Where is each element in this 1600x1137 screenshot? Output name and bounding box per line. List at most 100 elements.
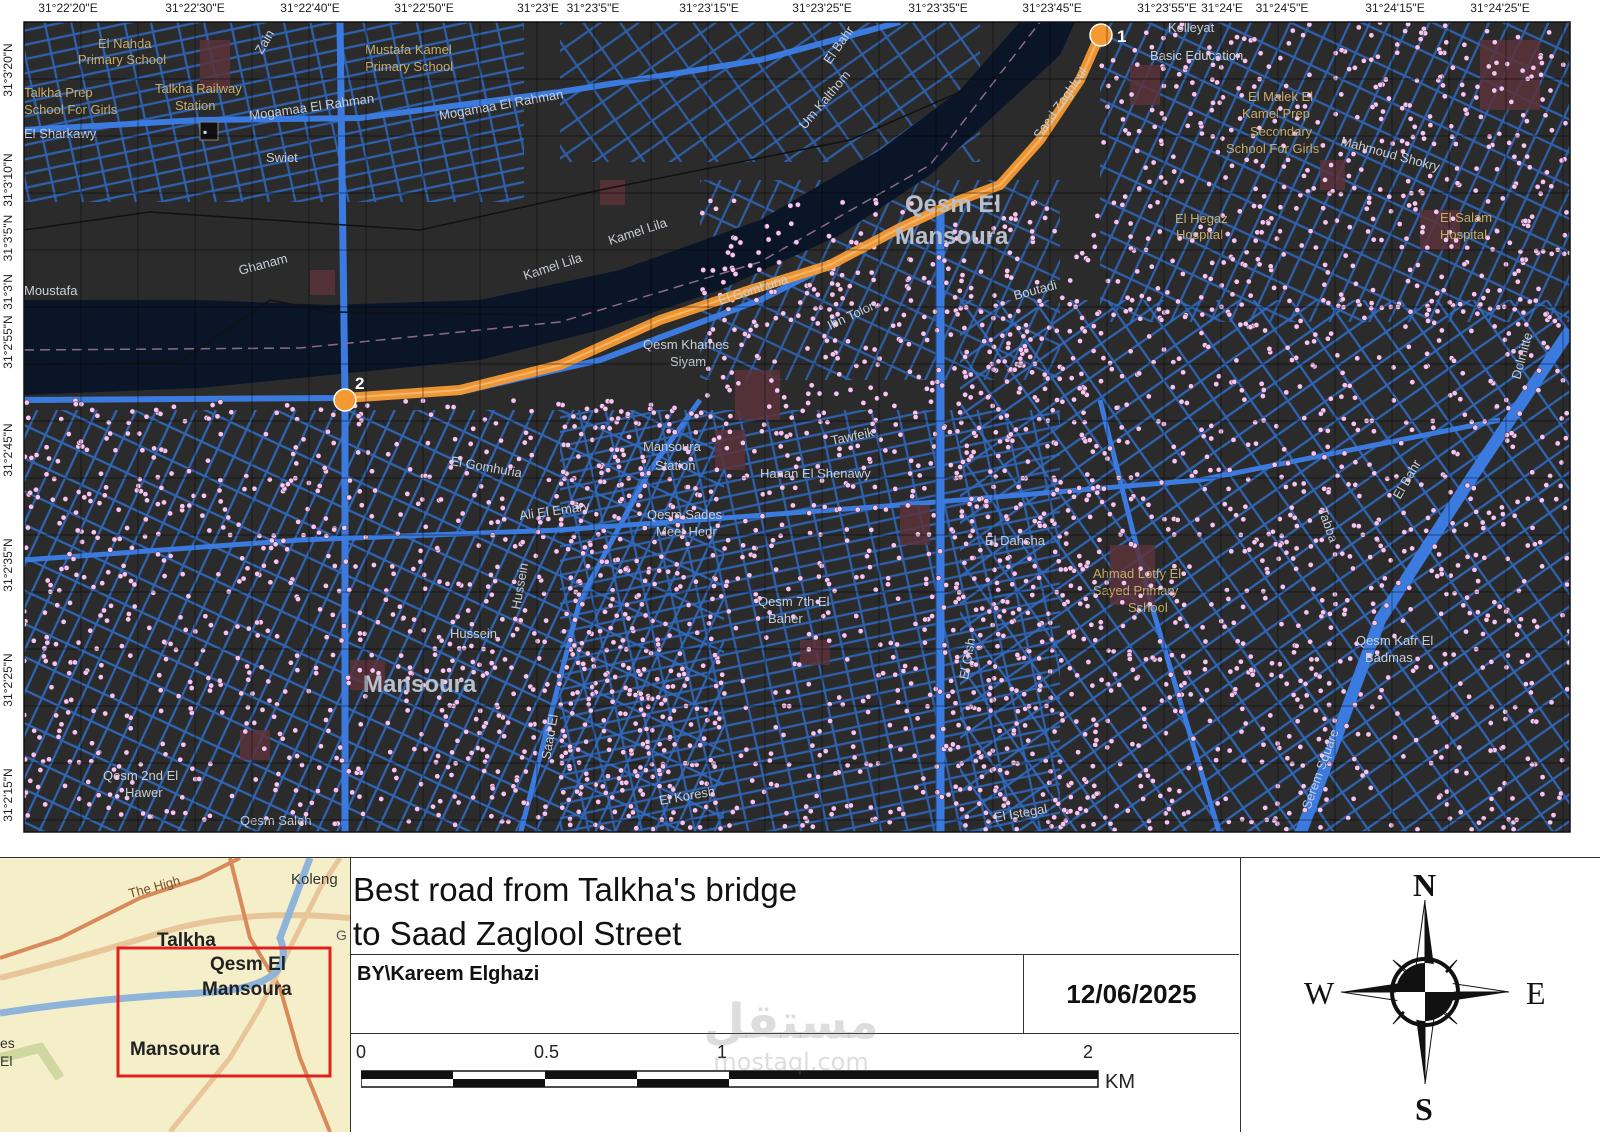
point-feature [368,652,375,658]
point-feature [368,513,375,520]
point-feature [1295,622,1302,629]
point-feature [1496,603,1503,610]
point-feature [805,646,812,653]
point-feature [780,310,787,317]
point-feature [1140,495,1147,502]
point-feature [1117,761,1124,767]
point-feature [1406,584,1413,591]
latitude-tick-label: 31°3'N [1,274,15,310]
point-feature [1450,64,1456,71]
point-feature [761,421,768,428]
point-feature [1176,71,1183,78]
point-feature [1371,428,1377,435]
point-feature [1378,116,1385,122]
point-feature [713,205,719,212]
point-feature [1461,411,1468,418]
point-feature [1171,531,1178,538]
point-feature [1321,485,1328,492]
point-feature [724,445,730,452]
point-feature [1059,365,1066,372]
point-feature [294,667,301,673]
point-feature [1095,483,1101,490]
point-feature [632,768,639,775]
point-feature [1538,497,1545,504]
route-start-marker[interactable] [1089,23,1113,47]
point-feature [1201,486,1208,492]
point-feature [1537,539,1544,546]
point-feature [560,469,567,475]
point-feature [999,300,1006,307]
point-feature [659,713,666,720]
point-feature [1052,797,1059,803]
point-feature [1283,389,1290,396]
point-feature [402,398,409,405]
point-feature [790,502,796,509]
point-feature [1247,324,1254,330]
point-feature [1137,315,1144,322]
point-feature [1146,818,1152,824]
point-feature [1202,666,1208,673]
locator-inset-map[interactable]: The High Koleng Talkha Qesm El Mansoura … [0,858,351,1132]
point-feature [563,611,570,617]
point-feature [1000,633,1007,639]
point-feature [725,608,732,615]
point-feature [1258,542,1265,548]
point-feature [70,556,77,562]
point-feature [1147,203,1154,210]
point-feature [1056,375,1063,382]
point-feature [912,414,919,420]
point-feature [65,431,72,437]
point-feature [1222,795,1229,802]
route-end-marker[interactable] [333,388,357,412]
point-feature [561,628,567,635]
point-feature [1219,135,1226,142]
point-feature [1485,63,1492,70]
point-feature [780,732,787,738]
point-feature [1449,133,1455,140]
point-feature [1300,32,1306,39]
point-feature [1487,378,1494,384]
point-feature [1068,780,1075,786]
point-feature [288,659,294,666]
point-feature [1355,731,1361,737]
point-feature [822,433,829,440]
point-feature [73,572,80,578]
point-feature [1264,569,1271,576]
point-feature [1318,410,1324,417]
point-feature [398,652,404,659]
point-feature [1058,657,1065,664]
point-feature [30,637,37,644]
point-feature [55,458,61,465]
point-feature [711,436,717,443]
point-feature [336,588,343,594]
point-feature [1127,220,1134,227]
point-feature [892,486,899,492]
point-feature [161,573,168,579]
point-feature [455,581,462,587]
point-feature [1563,555,1570,561]
point-feature [1373,520,1380,527]
point-feature [1083,807,1089,814]
point-feature [1464,482,1471,489]
point-feature [137,761,144,768]
point-feature [677,650,683,657]
point-feature [882,391,889,397]
point-feature [686,621,693,627]
point-feature [1007,313,1013,319]
point-feature [818,304,824,311]
point-feature [779,522,785,528]
point-feature [1539,774,1546,780]
point-feature [720,279,727,286]
point-feature [642,578,648,584]
point-feature [839,199,846,206]
point-feature [1538,71,1544,78]
point-feature [1324,427,1331,434]
point-feature [795,456,802,462]
map-canvas[interactable]: 1 2 Qesm El Mansoura Mansoura Mogamaa El… [0,0,1600,845]
point-feature [921,275,927,282]
point-feature [47,582,54,588]
point-feature [1430,424,1437,431]
point-feature [1412,206,1419,213]
point-feature [952,294,958,301]
point-feature [956,589,963,596]
